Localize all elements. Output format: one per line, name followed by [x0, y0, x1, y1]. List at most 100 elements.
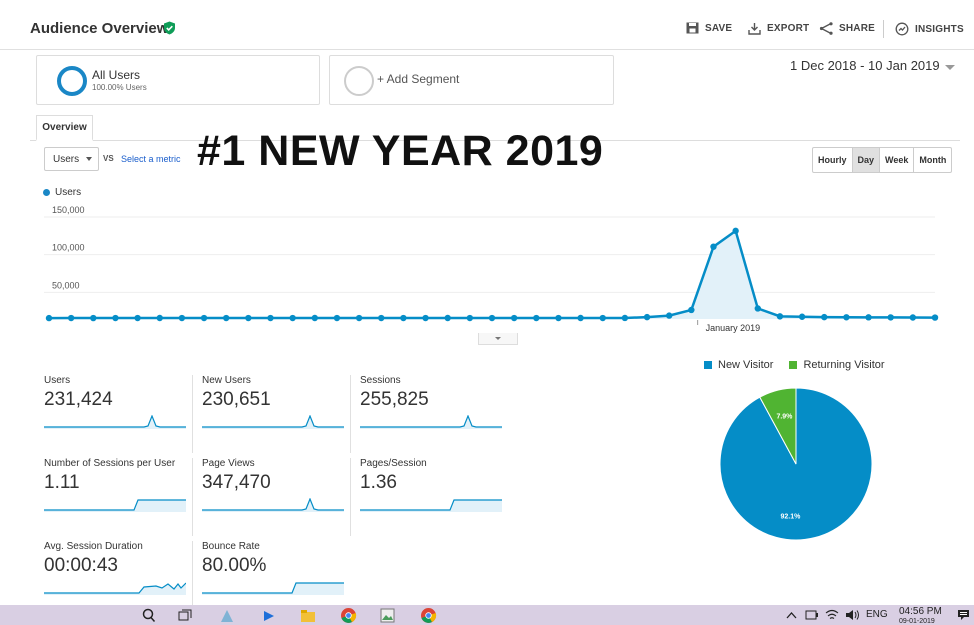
- data-point[interactable]: [843, 314, 850, 321]
- data-point[interactable]: [333, 314, 341, 322]
- metric-tile-value: 255,825: [360, 389, 429, 410]
- chevron-down-icon: [495, 337, 501, 340]
- data-point[interactable]: [289, 314, 296, 322]
- data-point[interactable]: [688, 306, 695, 314]
- export-button[interactable]: EXPORT: [748, 22, 809, 35]
- data-point[interactable]: [223, 314, 230, 322]
- task-view-icon[interactable]: [178, 609, 192, 622]
- data-point[interactable]: [267, 314, 274, 322]
- data-point[interactable]: [67, 314, 75, 322]
- notification-icon[interactable]: [957, 609, 970, 621]
- data-point[interactable]: [643, 313, 651, 321]
- data-point[interactable]: [887, 314, 894, 321]
- select-metric-link[interactable]: Select a metric: [121, 154, 181, 164]
- data-point[interactable]: [466, 314, 474, 322]
- search-icon[interactable]: [142, 608, 156, 623]
- sparkline-line: [202, 498, 344, 511]
- legend-new-visitor: New Visitor: [718, 359, 774, 371]
- metric-tile[interactable]: Sessions 255,825: [360, 375, 508, 455]
- data-point[interactable]: [510, 314, 518, 322]
- granularity-week-button[interactable]: Week: [880, 148, 915, 172]
- data-point[interactable]: [134, 314, 141, 322]
- data-point[interactable]: [488, 314, 496, 322]
- metric-dropdown[interactable]: Users: [44, 147, 99, 171]
- data-point[interactable]: [555, 314, 562, 322]
- add-segment-button[interactable]: + Add Segment: [329, 55, 614, 105]
- metric-sparkline: [202, 415, 344, 429]
- data-point[interactable]: [178, 314, 186, 322]
- metric-dropdown-value: Users: [53, 154, 80, 165]
- sparkline-line: [44, 415, 186, 428]
- data-point[interactable]: [776, 313, 784, 320]
- insights-button[interactable]: INSIGHTS: [895, 22, 964, 36]
- chart-expand-handle[interactable]: [478, 333, 518, 345]
- add-segment-label: + Add Segment: [377, 72, 460, 86]
- language-indicator[interactable]: ENG: [866, 609, 888, 620]
- data-point[interactable]: [355, 314, 363, 322]
- data-point[interactable]: [112, 314, 119, 322]
- data-point[interactable]: [156, 314, 163, 322]
- visitor-pie-chart: 92.1% 7.9%: [719, 387, 873, 541]
- metric-tile-label: Avg. Session Duration: [44, 541, 143, 552]
- app-icon[interactable]: [261, 608, 277, 624]
- tile-divider: [350, 375, 351, 453]
- sparkline-line: [360, 415, 502, 428]
- data-point[interactable]: [422, 314, 429, 322]
- granularity-month-button[interactable]: Month: [914, 148, 951, 172]
- volume-icon[interactable]: [845, 609, 860, 621]
- save-button[interactable]: SAVE: [686, 22, 732, 34]
- data-point[interactable]: [865, 314, 872, 321]
- data-point[interactable]: [909, 314, 917, 321]
- metric-tile[interactable]: Pages/Session 1.36: [360, 458, 508, 538]
- metric-tile[interactable]: Users 231,424: [44, 375, 193, 455]
- granularity-hourly-button[interactable]: Hourly: [813, 148, 853, 172]
- metric-tile[interactable]: Number of Sessions per User 1.11: [44, 458, 193, 538]
- data-point[interactable]: [821, 313, 828, 321]
- data-point[interactable]: [45, 314, 53, 322]
- metric-tile-label: Page Views: [202, 458, 255, 469]
- x-axis-label: January 2019: [706, 323, 761, 333]
- data-point[interactable]: [200, 314, 208, 322]
- app-icon[interactable]: [219, 608, 235, 624]
- metric-sparkline: [44, 415, 186, 429]
- chevron-up-icon[interactable]: [786, 611, 797, 619]
- data-point[interactable]: [599, 314, 606, 322]
- granularity-day-button[interactable]: Day: [852, 148, 881, 172]
- metric-tile-label: Users: [44, 375, 71, 386]
- segment-all-users[interactable]: All Users 100.00% Users: [36, 55, 320, 105]
- battery-icon[interactable]: [805, 610, 819, 620]
- data-point[interactable]: [577, 314, 584, 322]
- toolbar-divider: [883, 20, 884, 38]
- data-point[interactable]: [533, 314, 540, 322]
- data-point[interactable]: [90, 314, 97, 322]
- data-point[interactable]: [798, 313, 806, 320]
- metric-tile[interactable]: Page Views 347,470: [202, 458, 351, 538]
- chrome-icon[interactable]: [340, 607, 357, 624]
- chevron-down-icon[interactable]: [945, 65, 955, 70]
- image-viewer-icon[interactable]: [380, 608, 395, 623]
- export-label: EXPORT: [767, 23, 810, 34]
- file-explorer-icon[interactable]: [300, 609, 316, 623]
- data-point[interactable]: [710, 243, 717, 250]
- clock-time[interactable]: 04:56 PM: [899, 606, 942, 617]
- data-point[interactable]: [378, 314, 385, 322]
- share-button[interactable]: SHARE: [819, 22, 875, 35]
- metric-tile[interactable]: New Users 230,651: [202, 375, 351, 455]
- date-range-picker[interactable]: 1 Dec 2018 - 10 Jan 2019: [790, 58, 940, 73]
- data-point[interactable]: [311, 314, 318, 322]
- y-tick-label: 50,000: [52, 280, 80, 290]
- data-point[interactable]: [621, 314, 629, 322]
- tab-overview[interactable]: Overview: [36, 115, 93, 141]
- metric-sparkline: [360, 499, 502, 512]
- verified-check-icon: [164, 21, 175, 35]
- clock-date[interactable]: 09-01-2019: [899, 618, 935, 625]
- data-point[interactable]: [931, 314, 939, 321]
- data-point[interactable]: [444, 314, 451, 322]
- data-point[interactable]: [245, 314, 252, 322]
- data-point[interactable]: [666, 312, 673, 319]
- data-point[interactable]: [732, 227, 739, 235]
- data-point[interactable]: [400, 314, 407, 322]
- data-point[interactable]: [754, 305, 761, 312]
- wifi-icon[interactable]: [825, 609, 839, 621]
- chrome-icon[interactable]: [420, 607, 437, 624]
